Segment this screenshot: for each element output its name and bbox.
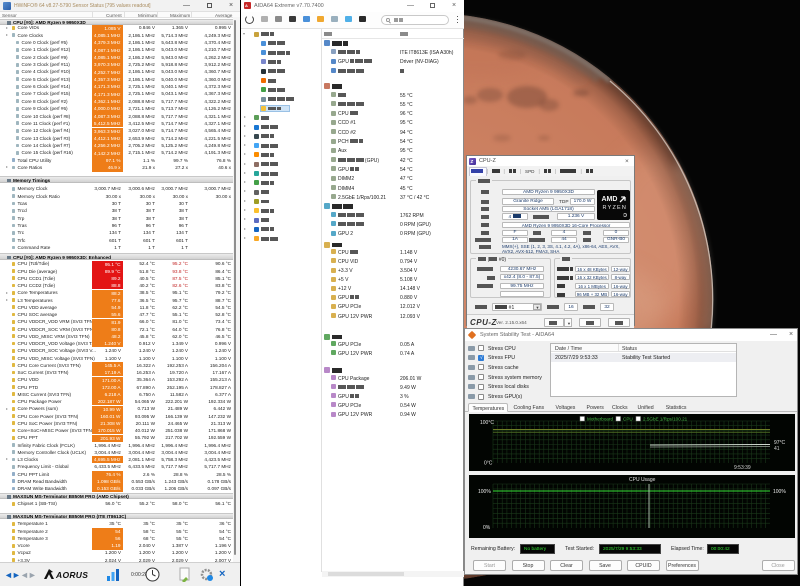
svg-text:CPU Usage: CPU Usage bbox=[629, 477, 656, 483]
svg-text:0°C: 0°C bbox=[484, 461, 493, 467]
svg-text:100%: 100% bbox=[773, 489, 786, 495]
svg-text:0%: 0% bbox=[483, 525, 491, 531]
svg-text:100%: 100% bbox=[478, 489, 491, 495]
svg-text:Motherboard: Motherboard bbox=[587, 417, 613, 422]
svg-text:100°C: 100°C bbox=[480, 420, 494, 426]
svg-text:41: 41 bbox=[774, 446, 780, 452]
svg-text:9:53:39: 9:53:39 bbox=[734, 465, 751, 471]
svg-text:CPU: CPU bbox=[623, 417, 633, 422]
svg-text:2.5GbE 1/Rps/100.21: 2.5GbE 1/Rps/100.21 bbox=[643, 417, 688, 422]
